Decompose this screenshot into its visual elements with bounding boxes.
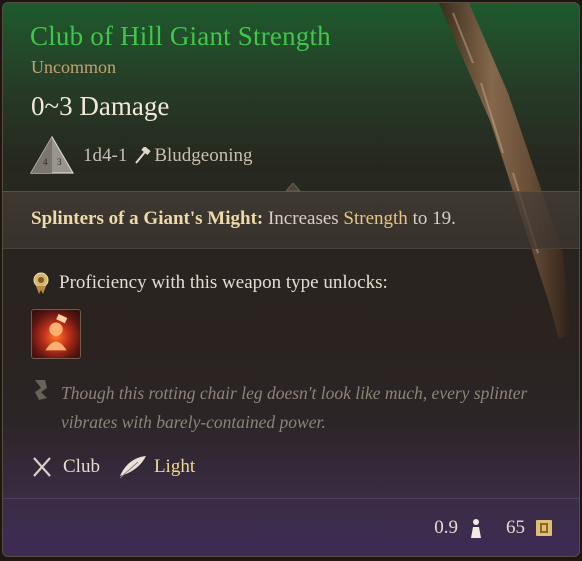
feather-icon	[119, 456, 146, 479]
footer-divider	[3, 498, 579, 499]
proficiency-row: Proficiency with this weapon type unlock…	[31, 271, 388, 295]
passive-text-post: to 19.	[412, 208, 456, 229]
lore-text: Though this rotting chair leg doesn't lo…	[61, 383, 528, 432]
item-name: Club of Hill Giant Strength	[30, 21, 331, 51]
quill-icon	[35, 380, 47, 400]
passive-text-pre: Increases	[267, 208, 339, 229]
action-fire-icon[interactable]	[31, 309, 81, 359]
weapon-property: Light	[153, 456, 196, 477]
svg-text:4: 4	[43, 157, 48, 167]
weapon-type: Club	[63, 456, 100, 477]
svg-text:3: 3	[57, 157, 62, 167]
proficiency-badge-icon	[33, 272, 49, 294]
damage-dice: 1d4-1	[83, 145, 128, 166]
item-tooltip: Club of Hill Giant Strength Uncommon 0~3…	[2, 2, 580, 557]
damage-dice-row: 4 3 1d4-1 Bludgeoning	[29, 135, 253, 177]
passive-effect: Splinters of a Giant's Might: Increases …	[31, 208, 456, 230]
item-weight: 0.9	[434, 517, 458, 538]
gold-coin-icon	[536, 520, 552, 536]
passive-stat: Strength	[343, 208, 408, 229]
action-figure-icon	[45, 314, 68, 351]
damage-range: 0~3 Damage	[31, 91, 170, 121]
proficiency-label: Proficiency with this weapon type unlock…	[59, 272, 388, 293]
weight-icon	[471, 519, 481, 538]
crossed-clubs-icon	[33, 457, 51, 477]
properties-row: Club Light	[31, 454, 195, 480]
divider-notch	[286, 183, 300, 192]
damage-type: Bludgeoning	[154, 145, 253, 166]
passive-name: Splinters of a Giant's Might:	[31, 208, 264, 229]
d4-die-icon: 4 3	[29, 135, 75, 174]
item-rarity: Uncommon	[31, 57, 116, 77]
footer: 0.9 65	[434, 517, 553, 539]
item-value: 65	[506, 517, 525, 538]
hammer-icon	[135, 147, 151, 164]
